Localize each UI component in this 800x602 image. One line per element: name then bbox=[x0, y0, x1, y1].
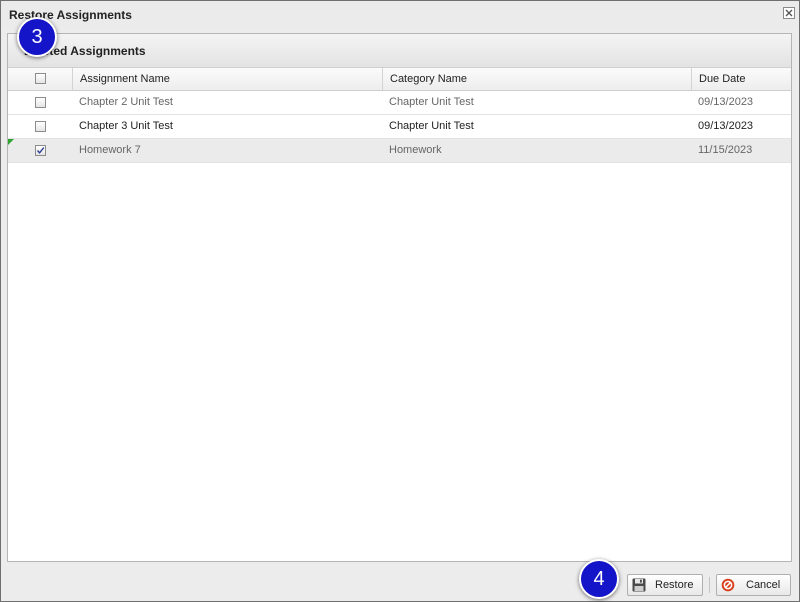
dialog-footer: Restore Cancel bbox=[1, 567, 799, 601]
cancel-label: Cancel bbox=[746, 579, 781, 591]
category-name: Chapter Unit Test bbox=[389, 120, 474, 132]
column-header-due-date[interactable]: Due Date bbox=[691, 68, 791, 90]
floppy-disk-icon bbox=[632, 578, 646, 592]
row-checkbox[interactable] bbox=[35, 97, 46, 108]
due-date: 11/15/2023 bbox=[698, 144, 753, 156]
grid-header: Assignment Name Category Name Due Date bbox=[8, 68, 791, 91]
due-date: 09/13/2023 bbox=[698, 120, 754, 132]
assignment-name: Chapter 2 Unit Test bbox=[79, 96, 173, 108]
assignment-name: Homework 7 bbox=[79, 144, 141, 156]
category-name: Chapter Unit Test bbox=[389, 96, 474, 108]
table-row[interactable]: Chapter 2 Unit Test Chapter Unit Test 09… bbox=[8, 91, 791, 115]
row-checkbox-checked[interactable] bbox=[35, 145, 46, 156]
table-row[interactable]: Homework 7 Homework 11/15/2023 bbox=[8, 139, 791, 163]
step-4-callout: 4 bbox=[579, 559, 619, 599]
restore-assignments-dialog: Restore Assignments Deleted Assignments … bbox=[0, 0, 800, 602]
row-checkbox[interactable] bbox=[35, 121, 46, 132]
close-button[interactable] bbox=[783, 7, 795, 19]
title-bar: Restore Assignments bbox=[1, 1, 799, 28]
category-name: Homework bbox=[389, 144, 442, 156]
table-row[interactable]: Chapter 3 Unit Test Chapter Unit Test 09… bbox=[8, 115, 791, 139]
column-header-assignment-name[interactable]: Assignment Name bbox=[72, 68, 382, 90]
restore-button[interactable]: Restore bbox=[627, 574, 703, 596]
due-date: 09/13/2023 bbox=[698, 96, 754, 108]
no-entry-icon bbox=[721, 578, 735, 592]
step-3-callout: 3 bbox=[17, 17, 57, 57]
deleted-assignments-panel: Deleted Assignments Assignment Name Cate… bbox=[7, 33, 792, 562]
button-separator bbox=[709, 577, 710, 593]
select-all-checkbox[interactable] bbox=[35, 73, 46, 84]
cancel-button[interactable]: Cancel bbox=[716, 574, 791, 596]
checkmark-icon bbox=[36, 147, 45, 154]
close-icon bbox=[785, 9, 793, 17]
assignment-name: Chapter 3 Unit Test bbox=[79, 120, 173, 132]
modified-marker bbox=[8, 139, 14, 145]
panel-header: Deleted Assignments bbox=[8, 34, 791, 68]
column-header-category-name[interactable]: Category Name bbox=[382, 68, 691, 90]
restore-label: Restore bbox=[655, 579, 694, 591]
